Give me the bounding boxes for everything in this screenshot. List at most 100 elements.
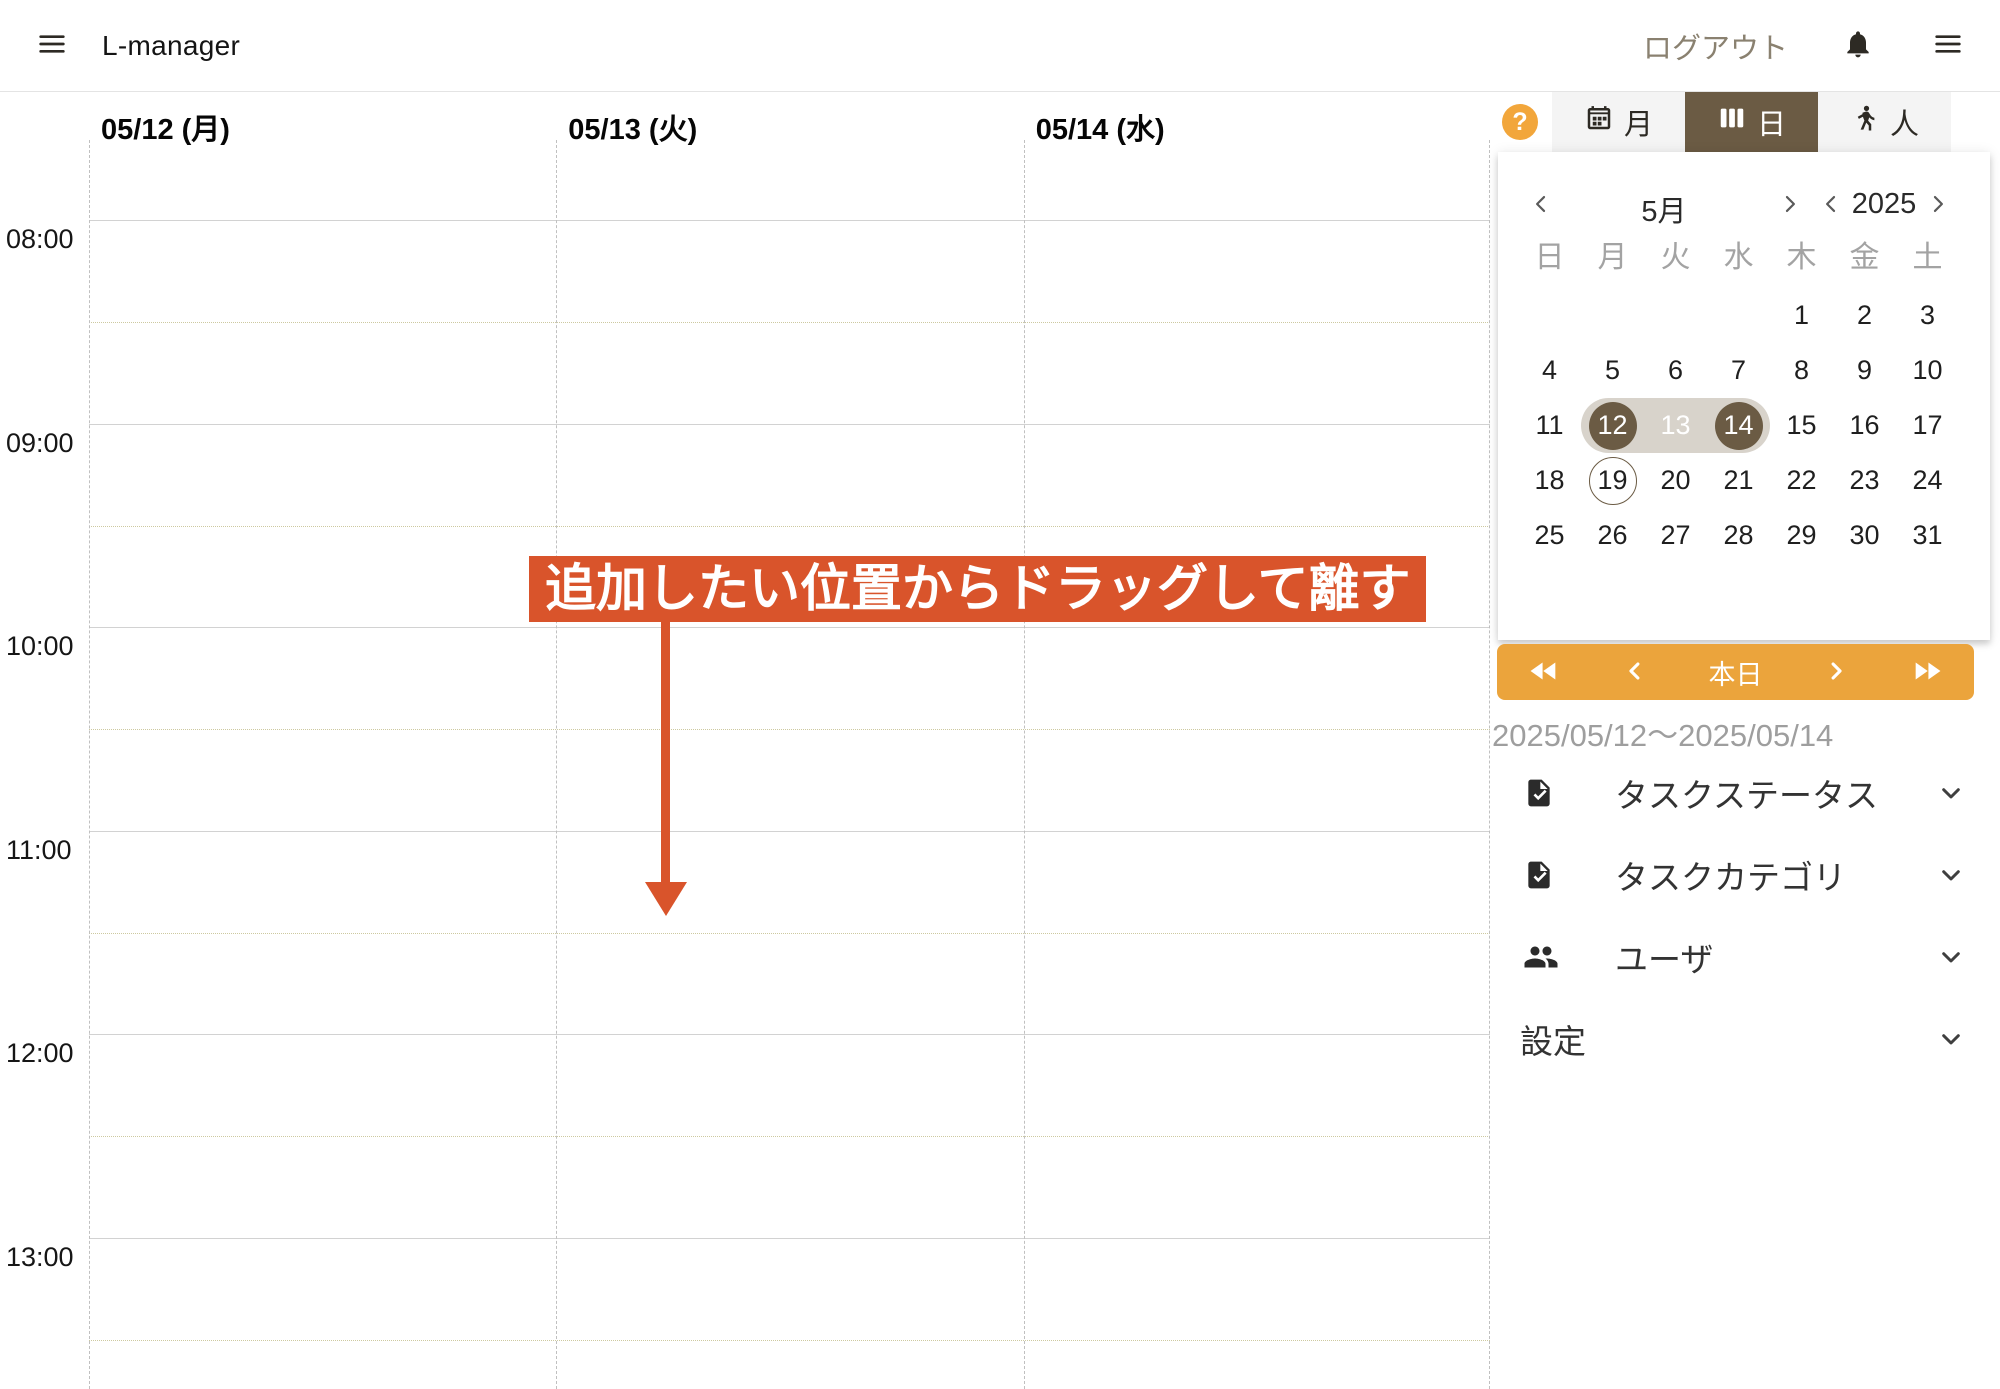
- filter-panel: タスクステータスタスクカテゴリユーザ 設定: [1490, 752, 2000, 1080]
- weekday-label: 火: [1644, 236, 1707, 280]
- settings-row[interactable]: 設定: [1490, 998, 2000, 1080]
- fast-forward-button[interactable]: [1910, 654, 1944, 691]
- minical-day[interactable]: 27: [1644, 508, 1707, 563]
- grid-line-half-hour: [89, 526, 1490, 527]
- minical-day[interactable]: 8: [1770, 343, 1833, 398]
- notifications-button[interactable]: [1842, 28, 1874, 63]
- minical-day[interactable]: 18: [1518, 453, 1581, 508]
- minical-day[interactable]: 19: [1581, 453, 1644, 508]
- menu-icon: [36, 28, 68, 63]
- chevron-right-icon: [1822, 657, 1850, 688]
- filter-row[interactable]: ユーザ: [1490, 916, 2000, 998]
- month-label: 5月: [1604, 188, 1724, 230]
- grid-line-hour: [89, 424, 1490, 425]
- help-button[interactable]: ?: [1502, 104, 1538, 140]
- day-header: 05/12 (月): [101, 106, 230, 148]
- today-button[interactable]: 本日: [1708, 653, 1762, 692]
- grid-line-hour: [89, 831, 1490, 832]
- logout-button[interactable]: ログアウト: [1643, 25, 1788, 67]
- minical-day[interactable]: 20: [1644, 453, 1707, 508]
- minical-empty-cell: [1581, 288, 1644, 343]
- next-year-button[interactable]: [1923, 190, 1953, 220]
- view-toggle-month-label: 月: [1624, 101, 1653, 143]
- weekday-label: 木: [1770, 236, 1833, 280]
- app-bar: L-manager ログアウト: [0, 0, 2000, 92]
- filter-row[interactable]: タスクカテゴリ: [1490, 834, 2000, 916]
- view-toggle-people-label: 人: [1890, 101, 1919, 143]
- minical-day[interactable]: 6: [1644, 343, 1707, 398]
- minical-day[interactable]: 23: [1833, 453, 1896, 508]
- minical-day[interactable]: 14: [1707, 398, 1770, 453]
- grid-line-half-hour: [89, 729, 1490, 730]
- minical-day[interactable]: 9: [1833, 343, 1896, 398]
- minical-day[interactable]: 17: [1896, 398, 1959, 453]
- minical-day[interactable]: 28: [1707, 508, 1770, 563]
- view-toggle-people[interactable]: 人: [1818, 92, 1951, 152]
- minical-empty-cell: [1518, 288, 1581, 343]
- view-toggle-day[interactable]: 日: [1685, 92, 1818, 152]
- grid-line-hour: [89, 220, 1490, 221]
- minical-weekdays: 日月火水木金土: [1518, 236, 1990, 280]
- minical-day[interactable]: 4: [1518, 343, 1581, 398]
- time-label: 09:00: [6, 428, 74, 459]
- minical-day[interactable]: 25: [1518, 508, 1581, 563]
- users-icon: [1523, 939, 1559, 975]
- prev-month-button[interactable]: [1526, 190, 1556, 220]
- view-toolbar: ? 月 日 人: [1490, 92, 2000, 152]
- next-month-button[interactable]: [1775, 190, 1805, 220]
- fast-forward-icon: [1910, 654, 1944, 691]
- chevron-left-icon: [1621, 657, 1649, 688]
- filter-row[interactable]: タスクステータス: [1490, 752, 2000, 834]
- view-toggle-month[interactable]: 月: [1552, 92, 1685, 152]
- minical-day[interactable]: 10: [1896, 343, 1959, 398]
- minical-day[interactable]: 11: [1518, 398, 1581, 453]
- overflow-menu-button[interactable]: [1926, 24, 1970, 68]
- minical-empty-cell: [1707, 288, 1770, 343]
- calendar-icon: [1584, 103, 1614, 141]
- minical-day[interactable]: 3: [1896, 288, 1959, 343]
- minical-day[interactable]: 13: [1644, 398, 1707, 453]
- minical-day[interactable]: 15: [1770, 398, 1833, 453]
- minical-day[interactable]: 22: [1770, 453, 1833, 508]
- sidebar: ? 月 日 人 5月 2025 日月火水木金土 12345678: [1490, 92, 2000, 1389]
- minical-day[interactable]: 24: [1896, 453, 1959, 508]
- minical-day[interactable]: 2: [1833, 288, 1896, 343]
- today-circle: 19: [1589, 457, 1637, 505]
- minical-day[interactable]: 21: [1707, 453, 1770, 508]
- day-columns-icon: [1717, 103, 1747, 141]
- minical-day[interactable]: 16: [1833, 398, 1896, 453]
- minical-day[interactable]: 31: [1896, 508, 1959, 563]
- time-label: 13:00: [6, 1242, 74, 1273]
- chevron-right-icon: [1777, 191, 1803, 220]
- mini-calendar: 5月 2025 日月火水木金土 123456789101112131415161…: [1498, 152, 1990, 640]
- minical-day[interactable]: 29: [1770, 508, 1833, 563]
- grid-line-half-hour: [89, 933, 1490, 934]
- view-toggle-day-label: 日: [1757, 101, 1786, 143]
- selected-day-circle: 12: [1589, 402, 1637, 450]
- date-nav-bar: 本日: [1497, 644, 1974, 700]
- next-button[interactable]: [1822, 657, 1850, 688]
- person-icon: [1850, 103, 1880, 141]
- grid-line-hour: [89, 1238, 1490, 1239]
- minical-day[interactable]: 26: [1581, 508, 1644, 563]
- weekday-label: 日: [1518, 236, 1581, 280]
- minical-day[interactable]: 30: [1833, 508, 1896, 563]
- time-label: 12:00: [6, 1038, 74, 1069]
- grid-line-half-hour: [89, 1136, 1490, 1137]
- minical-day[interactable]: 5: [1581, 343, 1644, 398]
- settings-label: 設定: [1520, 1015, 1586, 1063]
- fast-back-button[interactable]: [1527, 654, 1561, 691]
- minical-day[interactable]: 12: [1581, 398, 1644, 453]
- chevron-down-icon: [1935, 777, 1967, 809]
- day-header: 05/13 (火): [568, 106, 697, 148]
- task-check-icon: [1523, 777, 1559, 809]
- filter-list: タスクステータスタスクカテゴリユーザ: [1490, 752, 2000, 998]
- prev-button[interactable]: [1621, 657, 1649, 688]
- minical-day[interactable]: 1: [1770, 288, 1833, 343]
- chevron-left-icon: [1528, 191, 1554, 220]
- chevron-down-icon: [1935, 1023, 1967, 1055]
- nav-menu-button[interactable]: [30, 24, 74, 68]
- prev-year-button[interactable]: [1816, 190, 1846, 220]
- weekday-label: 水: [1707, 236, 1770, 280]
- minical-day[interactable]: 7: [1707, 343, 1770, 398]
